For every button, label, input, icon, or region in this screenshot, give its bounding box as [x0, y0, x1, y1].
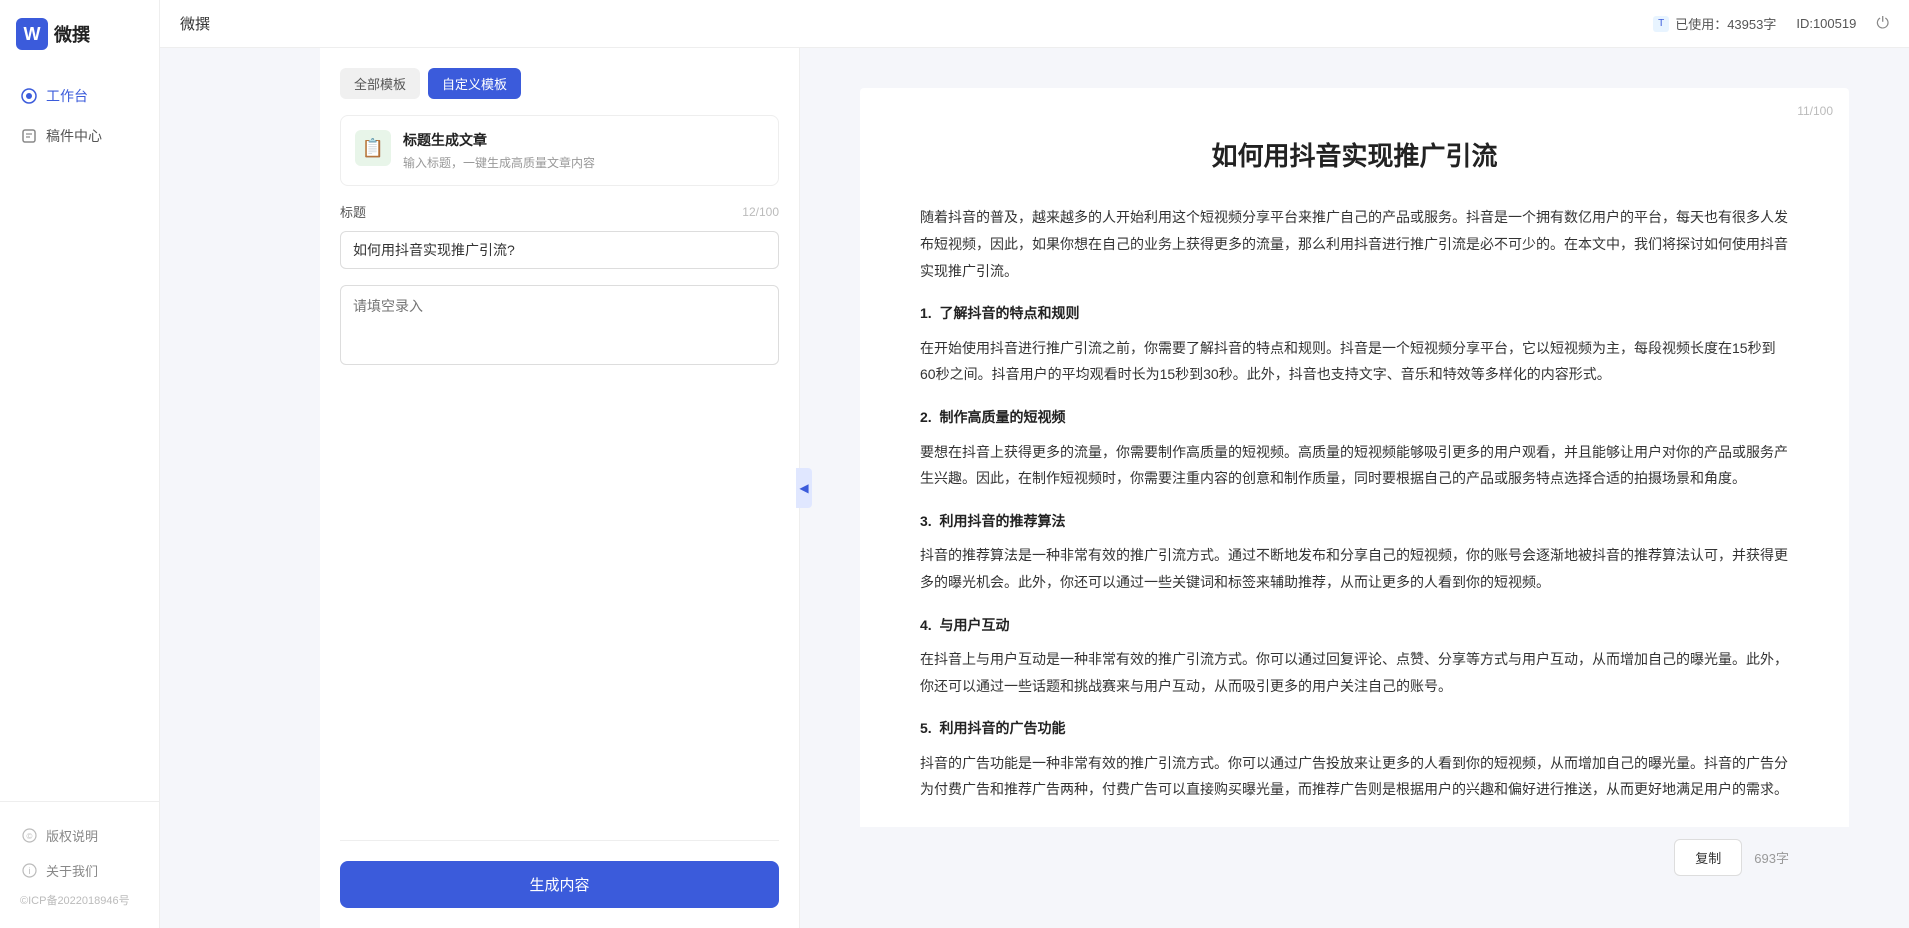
generate-button[interactable]: 生成内容 [340, 861, 779, 908]
usage-area: T 已使用：43953字 [1653, 14, 1776, 33]
topbar: 微撰 T 已使用：43953字 ID:100519 ⏻ [160, 0, 1909, 48]
section-4-title: 与用户互动 [939, 617, 1009, 633]
section-1-title: 了解抖音的特点和规则 [939, 305, 1079, 321]
sidebar-nav: 工作台 稿件中心 [0, 68, 159, 801]
section-2-content: 要想在抖音上获得更多的流量，你需要制作高质量的短视频。高质量的短视频能够吸引更多… [920, 439, 1789, 492]
topbar-title: 微撰 [180, 13, 210, 34]
word-count: 693字 [1754, 848, 1789, 867]
page-indicator: 11/100 [1797, 104, 1833, 118]
tab-all-templates[interactable]: 全部模板 [340, 68, 420, 99]
section-3-number: 3. [920, 513, 932, 529]
section-1-content: 在开始使用抖音进行推广引流之前，你需要了解抖音的特点和规则。抖音是一个短视频分享… [920, 335, 1789, 388]
template-card-info: 标题生成文章 输入标题，一键生成高质量文章内容 [403, 130, 764, 171]
section-3-content: 抖音的推荐算法是一种非常有效的推广引流方式。通过不断地发布和分享自己的短视频，你… [920, 542, 1789, 595]
panel-divider [340, 840, 779, 841]
workbench-icon [20, 87, 38, 105]
copyright-label: 版权说明 [46, 826, 98, 845]
tab-custom-templates[interactable]: 自定义模板 [428, 68, 521, 99]
copy-button[interactable]: 复制 [1674, 839, 1742, 876]
section-4-number: 4. [920, 617, 932, 633]
svg-text:©: © [26, 832, 32, 841]
main-content: 全部模板 自定义模板 📋 标题生成文章 输入标题，一键生成高质量文章内容 标题 … [320, 48, 1909, 928]
template-card-desc: 输入标题，一键生成高质量文章内容 [403, 154, 764, 171]
template-card-icon: 📋 [355, 130, 391, 166]
article-body: 随着抖音的普及，越来越多的人开始利用这个短视频分享平台来推广自己的产品或服务。抖… [920, 204, 1789, 803]
svg-text:i: i [28, 866, 30, 876]
article-container: 11/100 如何用抖音实现推广引流 随着抖音的普及，越来越多的人开始利用这个短… [860, 88, 1849, 888]
sidebar-item-drafts-label: 稿件中心 [46, 126, 102, 146]
icp-text: ©ICP备2022018946号 [0, 888, 159, 912]
content-textarea[interactable] [340, 285, 779, 365]
topbar-id: ID:100519 [1796, 16, 1856, 31]
left-panel: 全部模板 自定义模板 📋 标题生成文章 输入标题，一键生成高质量文章内容 标题 … [320, 48, 800, 928]
section-2-title: 制作高质量的短视频 [939, 409, 1065, 425]
tab-bar: 全部模板 自定义模板 [340, 68, 779, 99]
article-bottom-bar: 复制 693字 [860, 827, 1849, 888]
title-count: 12/100 [742, 205, 779, 219]
topbar-right: T 已使用：43953字 ID:100519 ⏻ [1653, 14, 1889, 33]
sidebar-item-workbench[interactable]: 工作台 [0, 76, 159, 116]
usage-icon: T [1653, 16, 1669, 32]
sidebar-item-drafts[interactable]: 稿件中心 [0, 116, 159, 156]
section-1-number: 1. [920, 305, 932, 321]
power-icon[interactable]: ⏻ [1876, 15, 1889, 33]
logo-area: W 微撰 [0, 0, 159, 68]
article-intro: 随着抖音的普及，越来越多的人开始利用这个短视频分享平台来推广自己的产品或服务。抖… [920, 204, 1789, 284]
sidebar-bottom: © 版权说明 i 关于我们 ©ICP备2022018946号 [0, 801, 159, 928]
section-5-heading: 5. 利用抖音的广告功能 [920, 715, 1789, 742]
section-1-heading: 1. 了解抖音的特点和规则 [920, 300, 1789, 327]
section-5-number: 5. [920, 720, 932, 736]
section-3-title: 利用抖音的推荐算法 [939, 513, 1065, 529]
title-input[interactable] [340, 231, 779, 269]
title-label: 标题 [340, 202, 366, 221]
content-form-section [340, 285, 779, 365]
section-4-content: 在抖音上与用户互动是一种非常有效的推广引流方式。你可以通过回复评论、点赞、分享等… [920, 646, 1789, 699]
logo-letter: W [24, 24, 41, 45]
template-icon-emoji: 📋 [362, 138, 384, 159]
sidebar-item-workbench-label: 工作台 [46, 86, 88, 106]
section-5-title: 利用抖音的广告功能 [939, 720, 1065, 736]
logo-icon: W [16, 18, 48, 50]
sidebar-copyright[interactable]: © 版权说明 [0, 818, 159, 853]
section-2-number: 2. [920, 409, 932, 425]
logo-text: 微撰 [54, 21, 90, 47]
sidebar: W 微撰 工作台 稿件中心 [0, 0, 160, 928]
section-2-heading: 2. 制作高质量的短视频 [920, 404, 1789, 431]
section-5-content: 抖音的广告功能是一种非常有效的推广引流方式。你可以通过广告投放来让更多的人看到你… [920, 750, 1789, 803]
copyright-icon: © [20, 827, 38, 845]
article-title: 如何用抖音实现推广引流 [920, 138, 1789, 174]
template-card[interactable]: 📋 标题生成文章 输入标题，一键生成高质量文章内容 [340, 115, 779, 186]
template-card-title: 标题生成文章 [403, 130, 764, 150]
section-4-heading: 4. 与用户互动 [920, 612, 1789, 639]
drafts-icon [20, 127, 38, 145]
sidebar-about[interactable]: i 关于我们 [0, 853, 159, 888]
title-form-section: 标题 12/100 [340, 202, 779, 269]
section-3-heading: 3. 利用抖音的推荐算法 [920, 508, 1789, 535]
about-icon: i [20, 862, 38, 880]
right-panel: 11/100 如何用抖音实现推广引流 随着抖音的普及，越来越多的人开始利用这个短… [800, 48, 1909, 928]
title-label-row: 标题 12/100 [340, 202, 779, 221]
collapse-panel-arrow[interactable]: ◀ [796, 468, 812, 508]
usage-label: 已使用：43953字 [1675, 14, 1776, 33]
about-label: 关于我们 [46, 861, 98, 880]
